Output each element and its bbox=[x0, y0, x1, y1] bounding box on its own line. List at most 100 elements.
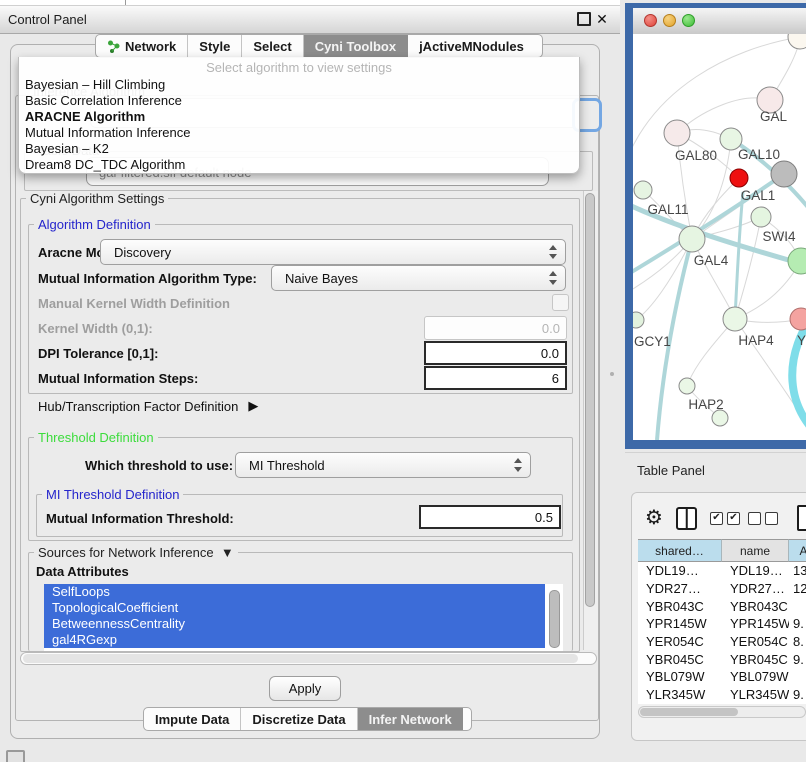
settings-vertical-scrollbar-thumb[interactable] bbox=[585, 193, 595, 607]
data-attributes-list: SelfLoopsTopologicalCoefficientBetweenne… bbox=[44, 584, 563, 651]
aracne-mode-value: Discovery bbox=[114, 240, 171, 264]
table-row[interactable]: YLR345WYLR345W9. bbox=[638, 686, 806, 704]
sources-title[interactable]: Sources for Network Inference ▼ bbox=[34, 545, 238, 560]
network-canvas[interactable]: GALGAL80GAL10GAL1GAL11GAL4SWI4GCY1HAP4YH… bbox=[633, 34, 806, 440]
network-window-titlebar[interactable] bbox=[633, 8, 806, 35]
table-cell: 9. bbox=[789, 650, 806, 668]
attribute-item-gal4rgexp[interactable]: gal4RGexp bbox=[44, 632, 545, 648]
mi-algorithm-type-combo[interactable]: Naive Bayes bbox=[271, 265, 566, 291]
node-salmon[interactable] bbox=[790, 308, 806, 330]
threshold-definition-title: Threshold Definition bbox=[34, 430, 158, 445]
mi-threshold-field[interactable]: 0.5 bbox=[419, 505, 561, 529]
combo-arrows-icon bbox=[548, 245, 557, 259]
node-gal11[interactable] bbox=[634, 181, 652, 199]
dock-icon[interactable] bbox=[6, 750, 25, 762]
attributes-list-scrollbar-thumb[interactable] bbox=[549, 590, 560, 648]
manual-kernel-width-checkbox bbox=[552, 294, 569, 311]
attribute-item-betweennesscentrality[interactable]: BetweennessCentrality bbox=[44, 616, 545, 632]
panel-splitter-grip[interactable] bbox=[610, 372, 614, 376]
columns-icon[interactable] bbox=[676, 507, 697, 530]
table-cell: YBR043C bbox=[638, 597, 722, 615]
node-unlabeled-topright[interactable] bbox=[788, 34, 806, 49]
dropdown-item-list: Bayesian – Hill ClimbingBasic Correlatio… bbox=[19, 77, 579, 173]
table-row[interactable]: YER054CYER054C8. bbox=[638, 633, 806, 651]
settings-horizontal-scrollbar-thumb[interactable] bbox=[23, 654, 578, 663]
dpi-tolerance-field[interactable]: 0.0 bbox=[424, 341, 567, 365]
mi-steps-field[interactable]: 6 bbox=[424, 366, 567, 390]
node-gal-label: GAL bbox=[760, 109, 788, 124]
minimize-traffic-light-icon[interactable] bbox=[663, 14, 676, 27]
table-header-row: shared…nameA bbox=[638, 539, 806, 562]
table-cell: 12 bbox=[789, 580, 806, 598]
dropdown-item-bayesian-k2[interactable]: Bayesian – K2 bbox=[19, 141, 579, 157]
attribute-item-topologicalcoefficient[interactable]: TopologicalCoefficient bbox=[44, 600, 545, 616]
tab-style[interactable]: Style bbox=[188, 35, 242, 57]
table-row[interactable]: YIL052CYIL052C9 bbox=[638, 704, 806, 705]
close-icon[interactable]: ✕ bbox=[593, 6, 611, 33]
apply-button[interactable]: Apply bbox=[269, 676, 341, 701]
column-header-name[interactable]: name bbox=[722, 539, 789, 562]
dropdown-item-mutual-information-inference[interactable]: Mutual Information Inference bbox=[19, 125, 579, 141]
node-gcy1-label: GCY1 bbox=[634, 334, 671, 349]
aracne-mode-combo[interactable]: Discovery bbox=[100, 239, 566, 265]
column-header-a[interactable]: A bbox=[789, 539, 806, 562]
gear-icon[interactable]: ⚙ bbox=[645, 505, 663, 531]
column-header-shared[interactable]: shared… bbox=[638, 539, 722, 562]
right-panel-divider bbox=[625, 452, 806, 453]
expander-right-triangle-icon: ▶ bbox=[248, 398, 258, 414]
table-cell: YER054C bbox=[638, 633, 722, 651]
dropdown-item-aracne-algorithm[interactable]: ARACNE Algorithm bbox=[19, 109, 579, 125]
dropdown-item-dream8-dc-tdc-algorithm[interactable]: Dream8 DC_TDC Algorithm bbox=[19, 157, 579, 173]
table-cell: YDL19… bbox=[722, 562, 789, 580]
tab-select[interactable]: Select bbox=[242, 35, 303, 57]
node-gal1[interactable] bbox=[730, 169, 748, 187]
node-gal80[interactable] bbox=[664, 120, 690, 146]
algorithm-dropdown-popup: Select algorithm to view settings Bayesi… bbox=[18, 57, 580, 174]
tab-jactivemnodules[interactable]: jActiveMNodules bbox=[408, 35, 535, 57]
table-row[interactable]: YBR043CYBR043C bbox=[638, 597, 806, 615]
table-cell: 8. bbox=[789, 633, 806, 651]
tab-discretize-data[interactable]: Discretize Data bbox=[241, 708, 357, 730]
table-row[interactable]: YDL19…YDL19…13 bbox=[638, 562, 806, 580]
tab-network[interactable]: Network bbox=[96, 35, 188, 57]
node-gcy1[interactable] bbox=[633, 312, 644, 328]
node-hap4[interactable] bbox=[723, 307, 747, 331]
table-row[interactable]: YDR27…YDR27…12 bbox=[638, 580, 806, 598]
checkbox-checked-icon[interactable]: ✔ bbox=[727, 512, 740, 525]
dropdown-placeholder: Select algorithm to view settings bbox=[19, 59, 579, 76]
table-row[interactable]: YBL079WYBL079W bbox=[638, 668, 806, 686]
tab-impute-data[interactable]: Impute Data bbox=[144, 708, 241, 730]
table-row[interactable]: YPR145WYPR145W9. bbox=[638, 615, 806, 633]
tab-infer-network[interactable]: Infer Network bbox=[358, 708, 463, 730]
zoom-traffic-light-icon[interactable] bbox=[682, 14, 695, 27]
float-window-icon[interactable] bbox=[577, 12, 591, 26]
node-hap2[interactable] bbox=[679, 378, 695, 394]
checkbox-checked-icon[interactable]: ✔ bbox=[710, 512, 723, 525]
network-graph[interactable]: GALGAL80GAL10GAL1GAL11GAL4SWI4GCY1HAP4YH… bbox=[633, 34, 806, 440]
node-unlabeled-mid[interactable] bbox=[751, 207, 771, 227]
table-row[interactable]: YBR045CYBR045C9. bbox=[638, 650, 806, 668]
node-gal4-label: GAL4 bbox=[694, 253, 729, 268]
close-traffic-light-icon[interactable] bbox=[644, 14, 657, 27]
node-gal4[interactable] bbox=[679, 226, 705, 252]
tab-cyni-toolbox[interactable]: Cyni Toolbox bbox=[304, 35, 408, 57]
control-panel-titlebar bbox=[0, 6, 620, 34]
node-unlabeled-bottom[interactable] bbox=[712, 410, 728, 426]
attribute-item-selfloops[interactable]: SelfLoops bbox=[44, 584, 545, 600]
node-swi4[interactable] bbox=[788, 248, 806, 274]
hub-definition-expander[interactable]: Hub/Transcription Factor Definition ▶ bbox=[38, 398, 258, 414]
sources-title-label: Sources for Network Inference bbox=[38, 545, 214, 560]
table-horizontal-scrollbar-thumb[interactable] bbox=[640, 708, 738, 716]
window-top-tick bbox=[125, 0, 126, 5]
dropdown-item-bayesian-hill-climbing[interactable]: Bayesian – Hill Climbing bbox=[19, 77, 579, 93]
table-cell: YLR345W bbox=[722, 686, 789, 704]
checkbox-unchecked-icon[interactable] bbox=[765, 512, 778, 525]
table-cell: YIL052C bbox=[722, 704, 789, 705]
dropdown-item-basic-correlation-inference[interactable]: Basic Correlation Inference bbox=[19, 93, 579, 109]
table-cell: YDR27… bbox=[638, 580, 722, 598]
which-threshold-combo[interactable]: MI Threshold bbox=[235, 452, 531, 478]
node-gray[interactable] bbox=[771, 161, 797, 187]
page-icon[interactable] bbox=[797, 505, 806, 531]
table-cell: YER054C bbox=[722, 633, 789, 651]
checkbox-unchecked-icon[interactable] bbox=[748, 512, 761, 525]
